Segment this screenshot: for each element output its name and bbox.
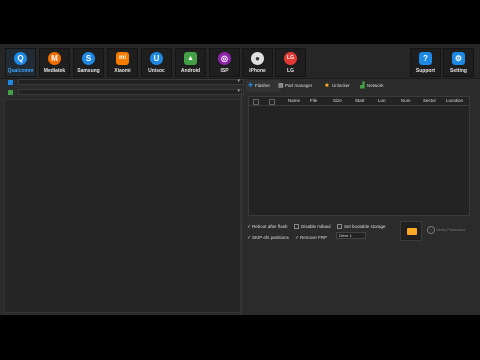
disable-mibaul-checkbox[interactable]	[294, 224, 299, 230]
skip-efs-label: SKIP efs partitions	[252, 235, 289, 240]
tab-part-manager[interactable]: ▦ Part manager	[276, 80, 325, 92]
firmware-row: ▾	[6, 88, 244, 96]
signal-icon: ▟	[360, 83, 365, 89]
select-all-checkbox[interactable]	[253, 99, 259, 105]
samsung-icon: S	[82, 52, 95, 65]
lg-icon: LG	[284, 52, 297, 65]
right-panel: ✚ Flasher ▦ Part manager ■ Unlocker ▟ Ne…	[244, 78, 476, 315]
verify-password-label: Verify Password	[436, 227, 465, 233]
disable-mibaul-label: Disable mibaul	[301, 224, 331, 229]
flasher-icon: ✚	[248, 83, 254, 89]
device-toolbar: Q Qualcomm M Mediatek S Samsung mi Xiaom…	[0, 44, 480, 79]
set-bootable-storage-option[interactable]: Set bootable storage	[337, 224, 386, 230]
lock-icon: ■	[325, 83, 329, 89]
unisoc-icon: U	[150, 52, 163, 65]
gear-icon: ⚙	[452, 52, 465, 65]
qualcomm-button[interactable]: Q Qualcomm	[5, 48, 36, 77]
verify-password-button[interactable]: ! Verify Password	[427, 226, 465, 234]
qualcomm-icon: Q	[14, 52, 27, 65]
android-button[interactable]: ▲ Android	[175, 48, 206, 77]
apple-icon: ●	[251, 52, 264, 65]
loader-path-field[interactable]	[18, 79, 244, 85]
firmware-path-field[interactable]	[18, 89, 244, 95]
open-folder-button[interactable]	[400, 221, 422, 241]
chevron-down-icon[interactable]: ▾	[237, 78, 240, 84]
set-bootable-storage-checkbox[interactable]	[337, 224, 342, 230]
folder-icon	[407, 228, 417, 235]
app-window: Q Qualcomm M Mediatek S Samsung mi Xiaom…	[0, 44, 480, 315]
support-button[interactable]: ? Support	[410, 48, 441, 77]
setting-button[interactable]: ⚙ Setting	[443, 48, 474, 77]
tab-unlocker-label: Unlocker	[332, 83, 350, 88]
table-header: Name File Size Start Lun Num Sector Loca…	[249, 97, 469, 106]
xiaomi-label: Xiaomi	[114, 68, 131, 74]
tab-network-label: Network	[367, 83, 384, 88]
reboot-after-flash-option[interactable]: ✓Reboot after flash	[247, 224, 288, 230]
loader-checkbox[interactable]	[8, 80, 13, 85]
samsung-label: Samsung	[77, 68, 100, 74]
column-header[interactable]: Start	[355, 97, 365, 105]
column-header[interactable]: Num	[401, 97, 411, 105]
column-checkbox[interactable]	[269, 99, 275, 105]
column-header[interactable]: Location	[446, 97, 463, 105]
iphone-button[interactable]: ● iPhone	[242, 48, 273, 77]
setting-label: Setting	[450, 68, 467, 74]
mediatek-button[interactable]: M Mediatek	[39, 48, 70, 77]
set-bootable-storage-label: Set bootable storage	[344, 224, 386, 229]
lg-label: LG	[287, 68, 294, 74]
skip-efs-option[interactable]: ✓SKIP efs partitions	[247, 235, 289, 241]
column-header[interactable]: Name	[288, 97, 300, 105]
qualcomm-label: Qualcomm	[7, 68, 34, 74]
lg-button[interactable]: LG LG	[275, 48, 306, 77]
tab-bar: ✚ Flasher ▦ Part manager ■ Unlocker ▟ Ne…	[244, 79, 476, 93]
xiaomi-button[interactable]: mi Xiaomi	[107, 48, 138, 77]
tab-flasher-label: Flasher	[255, 83, 271, 88]
help-icon: ?	[419, 52, 432, 65]
tab-network[interactable]: ▟ Network	[358, 80, 397, 92]
partition-table: Name File Size Start Lun Num Sector Loca…	[248, 96, 470, 216]
chevron-down-icon[interactable]: ▾	[237, 88, 240, 94]
firmware-checkbox[interactable]	[8, 90, 13, 95]
remove-frp-option[interactable]: ✓Remove FRP	[295, 235, 327, 241]
iphone-label: iPhone	[249, 68, 266, 74]
support-label: Support	[415, 68, 436, 74]
column-header[interactable]: Sector	[423, 97, 436, 105]
column-header[interactable]: Lun	[378, 97, 386, 105]
isp-label: ISP	[220, 68, 229, 74]
loader-row: ▾	[6, 78, 244, 86]
column-header[interactable]: File	[310, 97, 317, 105]
android-icon: ▲	[184, 52, 197, 65]
android-label: Android	[180, 68, 201, 74]
column-header[interactable]: Size	[333, 97, 342, 105]
panel-divider[interactable]	[241, 90, 242, 315]
info-icon: !	[427, 226, 435, 234]
mediatek-label: Mediatek	[43, 68, 66, 74]
xiaomi-icon: mi	[116, 52, 129, 65]
disable-mibaul-option[interactable]: Disable mibaul	[294, 224, 331, 230]
samsung-button[interactable]: S Samsung	[73, 48, 104, 77]
unisoc-label: Unisoc	[148, 68, 165, 74]
log-panel	[4, 99, 241, 313]
isp-icon: ◎	[218, 52, 231, 65]
tab-unlocker[interactable]: ■ Unlocker	[323, 80, 362, 92]
isp-button[interactable]: ◎ ISP	[209, 48, 240, 77]
tab-part-manager-label: Part manager	[285, 83, 313, 88]
mediatek-icon: M	[48, 52, 61, 65]
remove-frp-label: Remove FRP	[300, 235, 328, 240]
unisoc-button[interactable]: U Unisoc	[141, 48, 172, 77]
drive-select[interactable]: Drive 1	[336, 232, 366, 239]
reboot-after-flash-label: Reboot after flash	[252, 224, 288, 229]
grid-icon: ▦	[278, 83, 284, 89]
